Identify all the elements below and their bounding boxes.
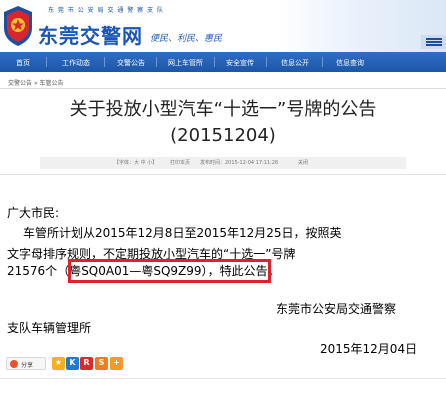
signature-line: 支队车辆管理所 bbox=[7, 321, 92, 335]
qzone-icon[interactable]: ★ bbox=[52, 357, 65, 370]
greeting: 广大市民: bbox=[7, 206, 60, 220]
nav-item-safety[interactable]: 安全宣传 bbox=[226, 58, 254, 68]
share-icon bbox=[10, 360, 18, 368]
nav-separator bbox=[214, 57, 215, 67]
site-slogan: 便民、利民、惠民 bbox=[150, 34, 223, 44]
article-title-date: (20151204) bbox=[170, 125, 276, 146]
more-icon[interactable]: S bbox=[95, 357, 108, 370]
divider bbox=[0, 174, 446, 175]
signature-line: 东莞市公安局交通警察 bbox=[276, 302, 397, 316]
menu-icon-bar bbox=[426, 44, 442, 46]
share-button[interactable]: 分享 bbox=[6, 357, 46, 370]
close-link[interactable]: 关闭 bbox=[298, 159, 308, 166]
article-meta-bar: 【字体：大 中 小】 打印本页 发布时间：2015-12-04 17:11:28… bbox=[40, 157, 406, 169]
font-size-control[interactable]: 【字体：大 中 小】 bbox=[114, 159, 157, 166]
nav-item-work-news[interactable]: 工作动态 bbox=[62, 58, 90, 68]
breadcrumb: 交警公告 » 车管公告 bbox=[8, 78, 64, 87]
nav-item-online-dmv[interactable]: 网上车管所 bbox=[168, 58, 203, 68]
divider bbox=[0, 88, 446, 89]
article-title: 关于投放小型汽车“十选一”号牌的公告 bbox=[69, 99, 377, 120]
police-emblem-icon[interactable] bbox=[2, 4, 34, 48]
nav-separator bbox=[156, 57, 157, 67]
menu-icon[interactable] bbox=[421, 35, 446, 49]
breadcrumb-item[interactable]: 交警公告 bbox=[8, 80, 32, 87]
menu-icon-bar bbox=[426, 41, 442, 43]
nav-item-home[interactable]: 首页 bbox=[16, 58, 30, 68]
nav-item-query[interactable]: 信息查询 bbox=[336, 58, 364, 68]
nav-separator bbox=[46, 57, 47, 67]
body-text: 21576个 bbox=[7, 264, 58, 278]
menu-icon-bar bbox=[426, 38, 442, 40]
nav-separator bbox=[104, 57, 105, 67]
share-label: 分享 bbox=[21, 362, 34, 369]
article-date: 2015年12月04日 bbox=[320, 342, 418, 356]
print-link[interactable]: 打印本页 bbox=[170, 159, 190, 166]
body-line: 车管所计划从2015年12月8日至2015年12月25日，按照英 bbox=[23, 226, 342, 240]
divider bbox=[0, 378, 446, 379]
site-subtitle: 东 莞 市 公 安 局 交 通 警 察 支 队 bbox=[48, 7, 164, 14]
nav-separator bbox=[322, 57, 323, 67]
renren-icon[interactable]: R bbox=[80, 357, 93, 370]
publish-time: 发布时间：2015-12-04 17:11:28 bbox=[200, 160, 279, 166]
nav-item-disclosure[interactable]: 信息公开 bbox=[281, 58, 309, 68]
nav-separator bbox=[266, 57, 267, 67]
main-nav: 首页 工作动态 交警公告 网上车管所 安全宣传 信息公开 信息查询 bbox=[0, 52, 446, 72]
highlight-box bbox=[68, 259, 271, 283]
site-name[interactable]: 东莞交警网 bbox=[38, 20, 143, 49]
weibo-icon[interactable]: K bbox=[66, 357, 79, 370]
plus-icon[interactable]: + bbox=[110, 357, 123, 370]
breadcrumb-item[interactable]: 车管公告 bbox=[40, 80, 64, 87]
site-header: 东 莞 市 公 安 局 交 通 警 察 支 队 东莞交警网 便民、利民、惠民 bbox=[0, 0, 446, 52]
nav-item-police-notices[interactable]: 交警公告 bbox=[117, 58, 145, 68]
